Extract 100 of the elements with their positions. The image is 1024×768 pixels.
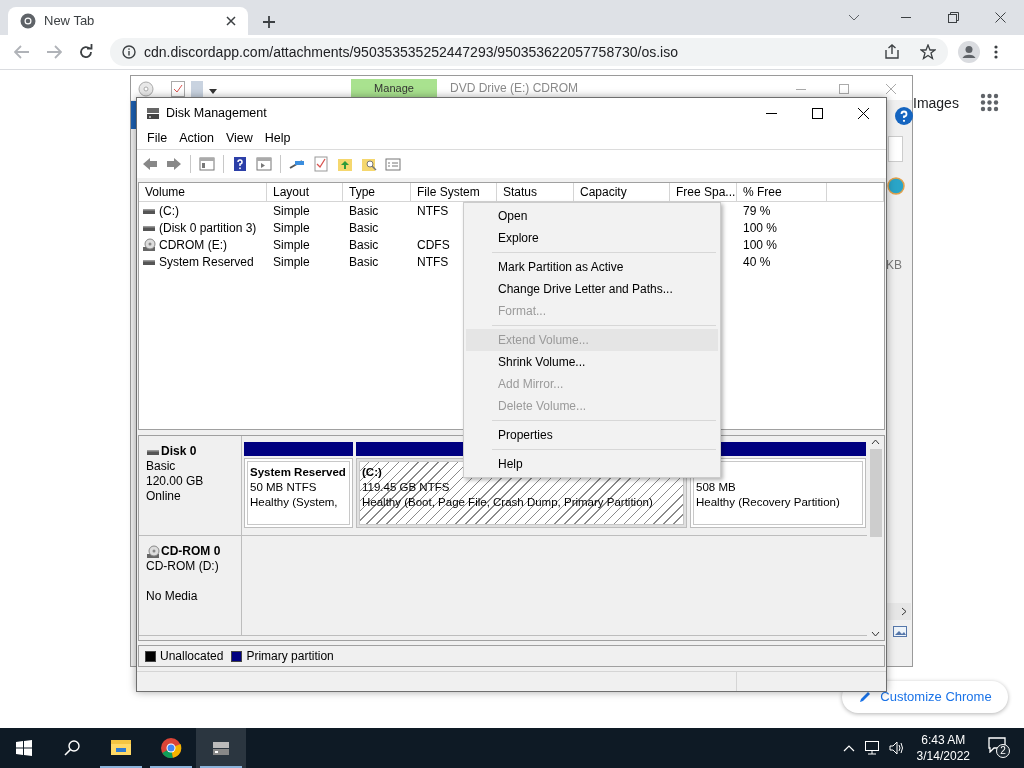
table-cell-text: Simple <box>273 219 310 237</box>
table-cell-text: Basic <box>349 202 379 220</box>
caret-icon[interactable] <box>209 89 217 94</box>
table-cell[interactable]: (C:) <box>159 201 179 220</box>
partition-size: 119.45 GB NTFS <box>362 480 451 495</box>
menu-item[interactable]: Mark Partition as Active <box>466 256 718 278</box>
menu-item[interactable]: Shrink Volume... <box>466 351 718 373</box>
menu-item[interactable]: View <box>219 129 259 148</box>
table-cell-text: NTFS <box>417 202 449 220</box>
chevron-down-icon[interactable] <box>848 13 860 22</box>
column-header[interactable]: Type <box>343 183 411 201</box>
globe-icon <box>887 177 905 195</box>
table-cell-text: 100 % <box>743 236 778 254</box>
size-text: KB <box>886 257 902 274</box>
chevron-right-icon[interactable] <box>901 607 907 616</box>
legend-label: Primary partition <box>246 648 334 665</box>
minimize-icon[interactable] <box>901 16 911 19</box>
clock-date[interactable]: 3/14/2022 <box>916 748 970 764</box>
menu-item[interactable]: Explore <box>466 227 718 249</box>
address-bar[interactable]: cdn.discordapp.com/attachments/950353535252447293/950353622057758730/os.iso <box>110 38 948 66</box>
chevron-up-icon[interactable] <box>842 744 855 752</box>
action-pane-icon[interactable] <box>256 156 272 172</box>
menu-item[interactable]: Help <box>466 453 718 475</box>
back-icon[interactable] <box>142 156 158 172</box>
search-field[interactable] <box>888 136 903 162</box>
help-icon[interactable] <box>232 156 248 172</box>
menu-item[interactable]: File <box>141 129 174 148</box>
pencil-icon <box>858 690 873 704</box>
window-title: Disk Management <box>166 104 267 122</box>
new-tab-icon[interactable] <box>262 15 276 29</box>
profile-avatar-icon[interactable] <box>958 41 980 63</box>
restore-icon[interactable] <box>948 12 959 23</box>
close-icon[interactable] <box>226 16 236 26</box>
network-icon[interactable] <box>864 741 881 755</box>
scrollbar-thumb[interactable] <box>869 449 882 537</box>
notification-icon[interactable] <box>988 737 1006 753</box>
clock-time[interactable]: 6:43 AM <box>921 732 966 748</box>
taskbar-app[interactable] <box>196 728 246 768</box>
checklist-icon[interactable] <box>313 156 329 172</box>
customize-chrome-button[interactable]: Customize Chrome <box>842 681 1008 713</box>
table-cell-text: Simple <box>273 236 310 254</box>
table-cell[interactable]: (Disk 0 partition 3) <box>159 218 257 237</box>
menu-icon[interactable] <box>994 45 998 59</box>
table-cell-text: NTFS <box>417 253 449 271</box>
column-header[interactable]: Layout <box>267 183 343 201</box>
column-header[interactable]: Free Spa... <box>670 183 737 201</box>
partition-size: 508 MB <box>696 480 737 495</box>
chrome-logo-icon <box>160 737 182 759</box>
partition-status: Healthy (Recovery Partition) <box>696 495 841 510</box>
folder-up-icon[interactable] <box>337 156 353 172</box>
image-icon[interactable] <box>893 626 907 637</box>
windows-start-icon[interactable] <box>16 740 32 756</box>
help-icon[interactable] <box>895 107 913 125</box>
forward-icon[interactable] <box>166 156 182 172</box>
table-cell-text: 79 % <box>743 202 771 220</box>
table-cell[interactable]: System Reserved <box>159 252 254 271</box>
table-cell[interactable]: CDROM (E:) <box>159 235 227 254</box>
menu-item[interactable]: Open <box>466 205 718 227</box>
images-link[interactable]: Images <box>913 93 959 114</box>
maximize-icon <box>811 107 823 119</box>
disk-size: 120.00 GB <box>146 474 205 489</box>
partition-name: System Reserved <box>250 465 347 480</box>
disk-type: CD-ROM (D:) <box>146 559 220 574</box>
reload-icon[interactable] <box>78 44 94 60</box>
menu-item[interactable]: Action <box>173 129 220 148</box>
ribbon-tab[interactable]: Manage <box>351 79 437 97</box>
column-header[interactable]: Status <box>497 183 574 201</box>
chevron-down-icon <box>871 631 880 637</box>
column-header[interactable]: % Free <box>737 183 827 201</box>
maximize-icon[interactable] <box>839 84 849 94</box>
star-icon[interactable] <box>920 44 936 60</box>
folder-search-icon[interactable] <box>361 156 377 172</box>
disk-icon <box>146 544 160 559</box>
chrome-logo-icon <box>20 13 36 29</box>
chevron-up-icon <box>871 439 880 445</box>
menu-item[interactable]: Change Drive Letter and Paths... <box>466 278 718 300</box>
info-icon[interactable] <box>122 45 136 59</box>
browser-tab[interactable]: New Tab <box>8 7 248 35</box>
partition-size: 50 MB NTFS <box>250 480 318 495</box>
share-icon[interactable] <box>884 44 900 60</box>
search-icon[interactable] <box>64 740 80 756</box>
close-icon[interactable] <box>995 12 1006 23</box>
disk-name: Disk 0 <box>161 444 197 459</box>
column-header[interactable]: Volume <box>139 183 267 201</box>
table-cell-text: 40 % <box>743 253 771 271</box>
table-cell-text: Simple <box>273 202 310 220</box>
table-cell-text: Basic <box>349 219 379 237</box>
close-icon <box>857 107 869 119</box>
console-tree-icon[interactable] <box>199 156 215 172</box>
apps-grid-icon[interactable] <box>980 93 999 112</box>
checklist-icon[interactable] <box>171 81 185 97</box>
tab-title: New Tab <box>44 12 95 31</box>
menu-item[interactable]: Properties <box>466 424 718 446</box>
table-cell-text: CDFS <box>417 236 450 254</box>
column-header[interactable]: Capacity <box>574 183 670 201</box>
disk-management-icon <box>146 106 160 120</box>
disk-name: CD-ROM 0 <box>161 544 221 559</box>
column-header[interactable]: File System <box>411 183 497 201</box>
volume-icon[interactable] <box>888 741 905 755</box>
menu-item[interactable]: Help <box>258 129 297 148</box>
